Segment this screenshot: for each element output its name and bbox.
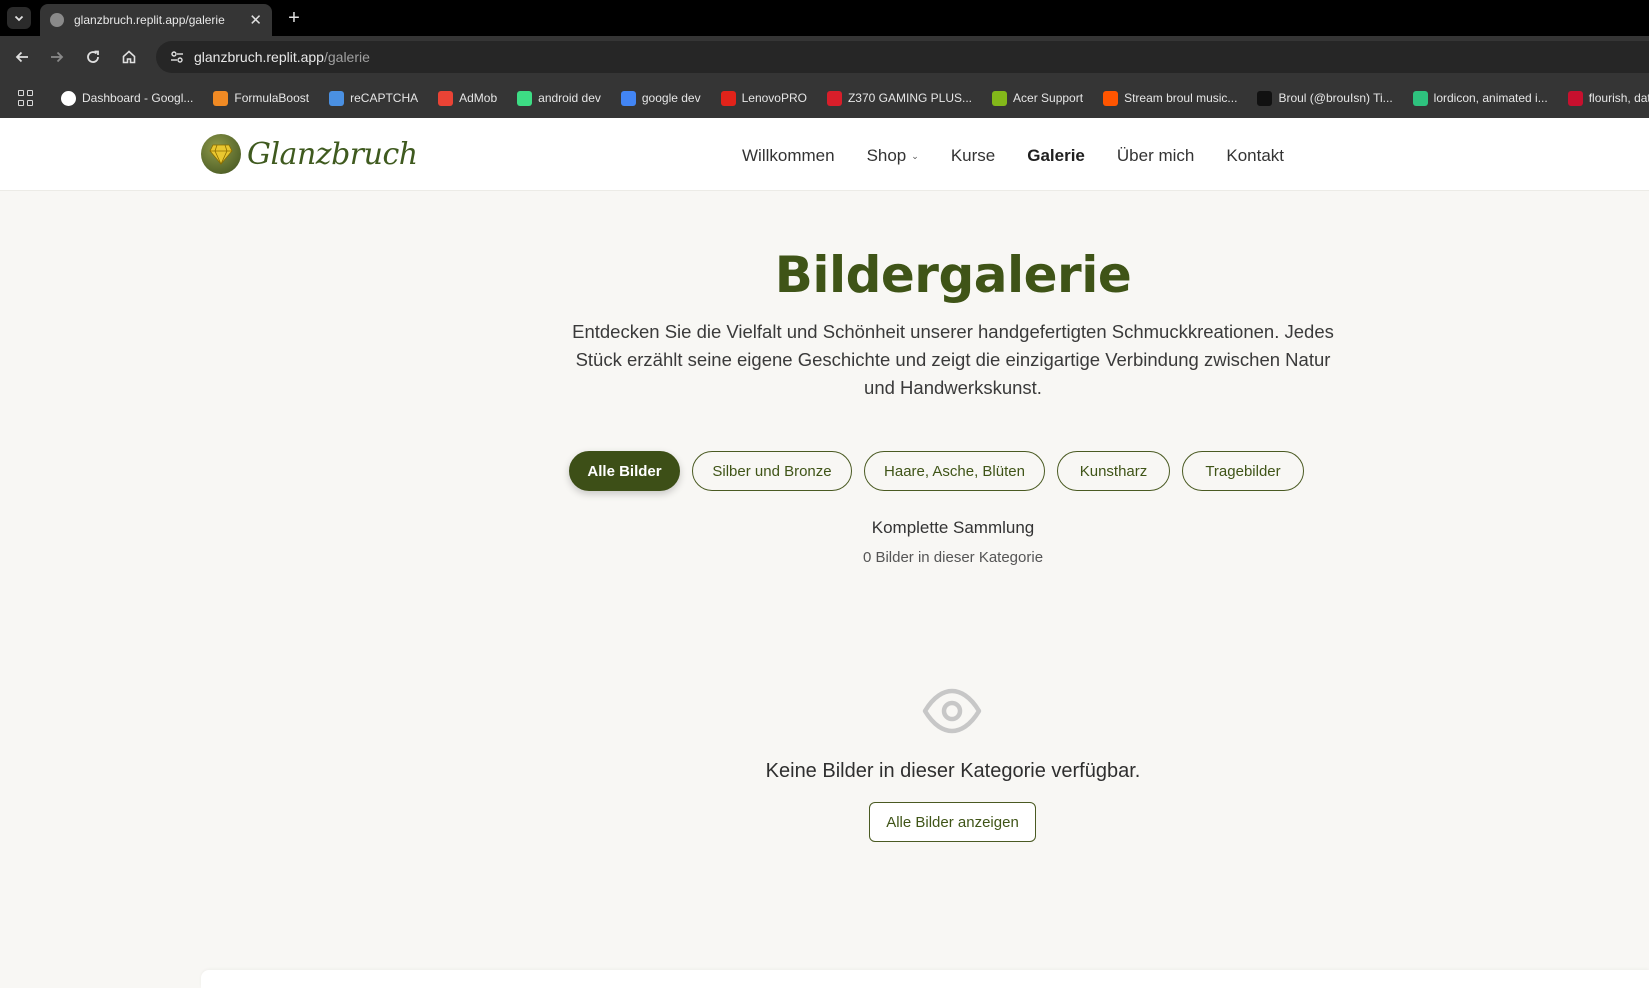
bookmark-label: flourish, data visua...	[1588, 91, 1649, 105]
google-dev-icon	[620, 90, 636, 106]
msi-icon	[826, 90, 842, 106]
arrow-right-icon	[51, 51, 64, 63]
bookmark-item[interactable]: AdMob	[438, 90, 498, 106]
site-logo[interactable]: Glanzbruch	[201, 134, 418, 174]
reload-icon	[87, 50, 99, 63]
bookmark-label: android dev	[538, 91, 601, 105]
nav-link-label: Kontakt	[1226, 146, 1285, 165]
browser-tab[interactable]: glanzbruch.replit.app/galerie ✕	[40, 4, 272, 36]
android-icon	[517, 90, 533, 106]
tab-title: glanzbruch.replit.app/galerie	[74, 13, 225, 27]
main-navigation: Willkommen Shop ⌄ Kurse Galerie Über mich Kont…	[742, 146, 1316, 166]
google-icon	[61, 90, 76, 106]
bookmark-label: LenovoPRO	[741, 91, 807, 105]
site-header: Glanzbruch Willkommen Shop ⌄ Kurse Galerie Üb…	[0, 118, 1649, 191]
address-bar[interactable]: glanzbruch.replit.app/galerie	[156, 41, 1649, 73]
nav-link-label: Shop	[866, 146, 907, 165]
page-title: Bildergalerie	[774, 246, 1132, 304]
bookmark-item[interactable]: flourish, data visua...	[1567, 90, 1649, 106]
bookmark-item[interactable]: lordicon, animated i...	[1412, 90, 1548, 106]
collection-title: Komplette Sammlung	[871, 518, 1035, 537]
nav-link-shop[interactable]: Shop ⌄	[867, 146, 919, 166]
reload-button[interactable]	[81, 45, 105, 69]
chevron-down-icon: ⌄	[911, 150, 919, 161]
bookmark-label: AdMob	[459, 91, 498, 105]
site-info-button[interactable]	[164, 44, 190, 70]
filter-pill[interactable]: Kunstharz	[1057, 451, 1170, 491]
bookmark-label: FormulaBoost	[234, 91, 310, 105]
forward-button[interactable]	[45, 45, 69, 69]
browser-tab-bar: glanzbruch.replit.app/galerie ✕ +	[0, 0, 1649, 36]
nav-link-label: Über mich	[1116, 146, 1195, 165]
bookmark-item[interactable]: Stream broul music...	[1103, 90, 1238, 106]
filter-pill[interactable]: Haare, Asche, Blüten	[864, 451, 1045, 491]
bookmark-label: reCAPTCHA	[350, 91, 419, 105]
gallery-intro: Entdecken Sie die Vielfalt und Schönheit…	[572, 321, 1334, 398]
category-filters: Alle Bilder Silber und Bronze Haare, Asche…	[569, 451, 1316, 491]
diamond-icon	[201, 134, 241, 174]
bookmark-label: Dashboard - Googl...	[82, 91, 194, 105]
bookmark-item[interactable]: Acer Support	[992, 90, 1084, 106]
tab-search-button[interactable]	[7, 7, 31, 29]
bookmark-item[interactable]: Broul (@brouIsn) Ti...	[1257, 90, 1393, 106]
collection-count: 0 Bilder in dieser Kategorie	[862, 549, 1044, 566]
url-host: glanzbruch.replit.app	[194, 49, 324, 65]
bookmark-label: Stream broul music...	[1124, 91, 1238, 105]
home-button[interactable]	[117, 45, 141, 69]
bookmark-item[interactable]: FormulaBoost	[213, 90, 310, 106]
lenovo-icon	[720, 90, 736, 106]
nav-link-label: Willkommen	[742, 146, 835, 165]
nav-link-galerie[interactable]: Galerie	[1027, 146, 1085, 166]
lordicon-icon	[1412, 90, 1428, 106]
bookmark-item[interactable]: Dashboard - Googl...	[61, 90, 194, 106]
chevron-down-icon	[14, 15, 24, 22]
tune-icon	[171, 51, 183, 63]
bookmark-item[interactable]: LenovoPRO	[720, 90, 807, 106]
filter-pill[interactable]: Alle Bilder	[569, 451, 680, 491]
apps-grid-icon[interactable]	[18, 90, 33, 106]
flourish-icon	[1567, 90, 1583, 106]
bookmark-label: Z370 GAMING PLUS...	[847, 91, 973, 105]
bookmark-item[interactable]: android dev	[517, 90, 601, 106]
nav-link-kurse[interactable]: Kurse	[951, 146, 995, 166]
recaptcha-icon	[329, 90, 345, 106]
acer-icon	[992, 90, 1008, 106]
soundcloud-icon	[1103, 90, 1119, 106]
empty-state-message: Keine Bilder in dieser Kategorie verfügb…	[765, 760, 1141, 782]
globe-icon	[50, 13, 64, 27]
back-button[interactable]	[10, 45, 34, 69]
nav-link-label: Kurse	[950, 146, 996, 165]
home-icon	[122, 50, 136, 64]
bookmark-item[interactable]: reCAPTCHA	[329, 90, 419, 106]
nav-link-über-mich[interactable]: Über mich	[1117, 146, 1194, 166]
nav-link-label: Galerie	[1027, 146, 1085, 165]
nav-link-willkommen[interactable]: Willkommen	[742, 146, 835, 166]
formulaboost-icon	[213, 90, 229, 106]
admob-icon	[438, 90, 454, 106]
bookmark-item[interactable]: Z370 GAMING PLUS...	[826, 90, 973, 106]
new-tab-button[interactable]: +	[282, 6, 306, 30]
bookmark-item[interactable]: google dev	[620, 90, 701, 106]
bookmark-label: Acer Support	[1013, 91, 1084, 105]
close-icon[interactable]: ✕	[249, 13, 262, 28]
logo-text: Glanzbruch	[247, 136, 418, 172]
arrow-left-icon	[15, 51, 28, 63]
url-path: /galerie	[323, 49, 370, 65]
show-all-button[interactable]: Alle Bilder anzeigen	[869, 802, 1036, 842]
filter-pill[interactable]: Tragebilder	[1182, 451, 1304, 491]
bookmark-label: Broul (@brouIsn) Ti...	[1278, 91, 1393, 105]
content-panel	[201, 970, 1649, 988]
filter-pill[interactable]: Silber und Bronze	[692, 451, 852, 491]
nav-link-kontakt[interactable]: Kontakt	[1226, 146, 1284, 166]
tiktok-icon	[1257, 90, 1273, 106]
browser-toolbar: glanzbruch.replit.app/galerie	[0, 36, 1649, 78]
bookmark-label: lordicon, animated i...	[1433, 91, 1548, 105]
bookmark-label: google dev	[641, 91, 701, 105]
eye-icon	[922, 688, 982, 734]
bookmarks-bar: Dashboard - Googl... FormulaBoost reCAPTCH…	[0, 78, 1649, 118]
